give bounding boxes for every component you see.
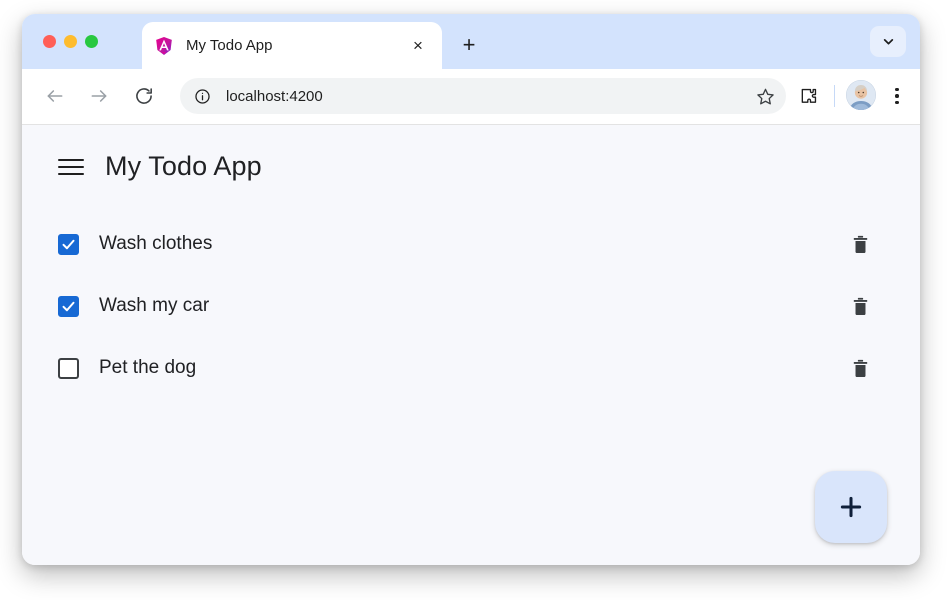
new-tab-button[interactable]: + [454, 30, 484, 60]
plus-icon [840, 496, 862, 518]
tab-search-button[interactable] [870, 26, 906, 57]
profile-avatar[interactable] [846, 80, 876, 110]
page-viewport: My Todo App Wash clothes Wash my car Pet… [22, 125, 920, 565]
todo-label: Pet the dog [99, 357, 197, 378]
todo-checkbox[interactable] [58, 357, 79, 379]
browser-menu-button[interactable] [882, 80, 912, 112]
tab-strip: My Todo App × + [22, 14, 920, 69]
chevron-down-icon [883, 39, 893, 45]
reload-button[interactable] [128, 80, 160, 112]
trash-icon [853, 359, 867, 377]
app-header: My Todo App [22, 125, 920, 182]
info-icon [194, 88, 210, 104]
trash-icon [853, 297, 867, 315]
window-close-button[interactable] [43, 35, 56, 48]
window-minimize-button[interactable] [64, 35, 77, 48]
star-icon [756, 88, 774, 104]
forward-arrow-icon [91, 90, 107, 102]
three-dot-menu-icon [895, 94, 899, 98]
delete-todo-button[interactable] [848, 356, 872, 380]
browser-tab[interactable]: My Todo App × [142, 22, 442, 69]
delete-todo-button[interactable] [848, 294, 872, 318]
toolbar-divider [834, 85, 835, 107]
three-dot-menu-icon [895, 100, 899, 105]
hamburger-icon[interactable] [58, 154, 84, 180]
back-arrow-icon [47, 90, 63, 102]
check-icon [62, 301, 75, 311]
tab-close-button[interactable]: × [406, 34, 430, 58]
angular-logo-icon [156, 36, 172, 55]
list-item[interactable]: Wash clothes [22, 213, 920, 275]
back-button[interactable] [39, 80, 71, 112]
browser-toolbar: localhost:4200 [22, 69, 920, 125]
three-dot-menu-icon [895, 87, 899, 92]
check-icon [62, 239, 75, 249]
add-todo-button[interactable] [815, 471, 887, 543]
extensions-button[interactable] [792, 80, 824, 112]
forward-button[interactable] [83, 80, 115, 112]
address-bar[interactable]: localhost:4200 [180, 78, 786, 114]
browser-window: My Todo App × + localhost:4200 My Todo A… [22, 14, 920, 565]
todo-list: Wash clothes Wash my car Pet the dog [22, 213, 920, 399]
bookmark-button[interactable] [750, 81, 780, 111]
todo-label: Wash my car [99, 295, 210, 316]
tab-title: My Todo App [186, 37, 273, 54]
window-maximize-button[interactable] [85, 35, 98, 48]
todo-checkbox[interactable] [58, 295, 79, 317]
avatar-image [846, 80, 876, 110]
puzzle-piece-icon [801, 88, 816, 103]
trash-icon [853, 235, 867, 253]
reload-icon [136, 88, 152, 104]
traffic-lights [43, 35, 98, 48]
todo-checkbox[interactable] [58, 233, 79, 255]
site-info-button[interactable] [188, 82, 216, 110]
list-item[interactable]: Pet the dog [22, 337, 920, 399]
delete-todo-button[interactable] [848, 232, 872, 256]
page-title: My Todo App [105, 151, 262, 181]
url-text[interactable]: localhost:4200 [226, 88, 750, 105]
todo-label: Wash clothes [99, 233, 213, 254]
list-item[interactable]: Wash my car [22, 275, 920, 337]
